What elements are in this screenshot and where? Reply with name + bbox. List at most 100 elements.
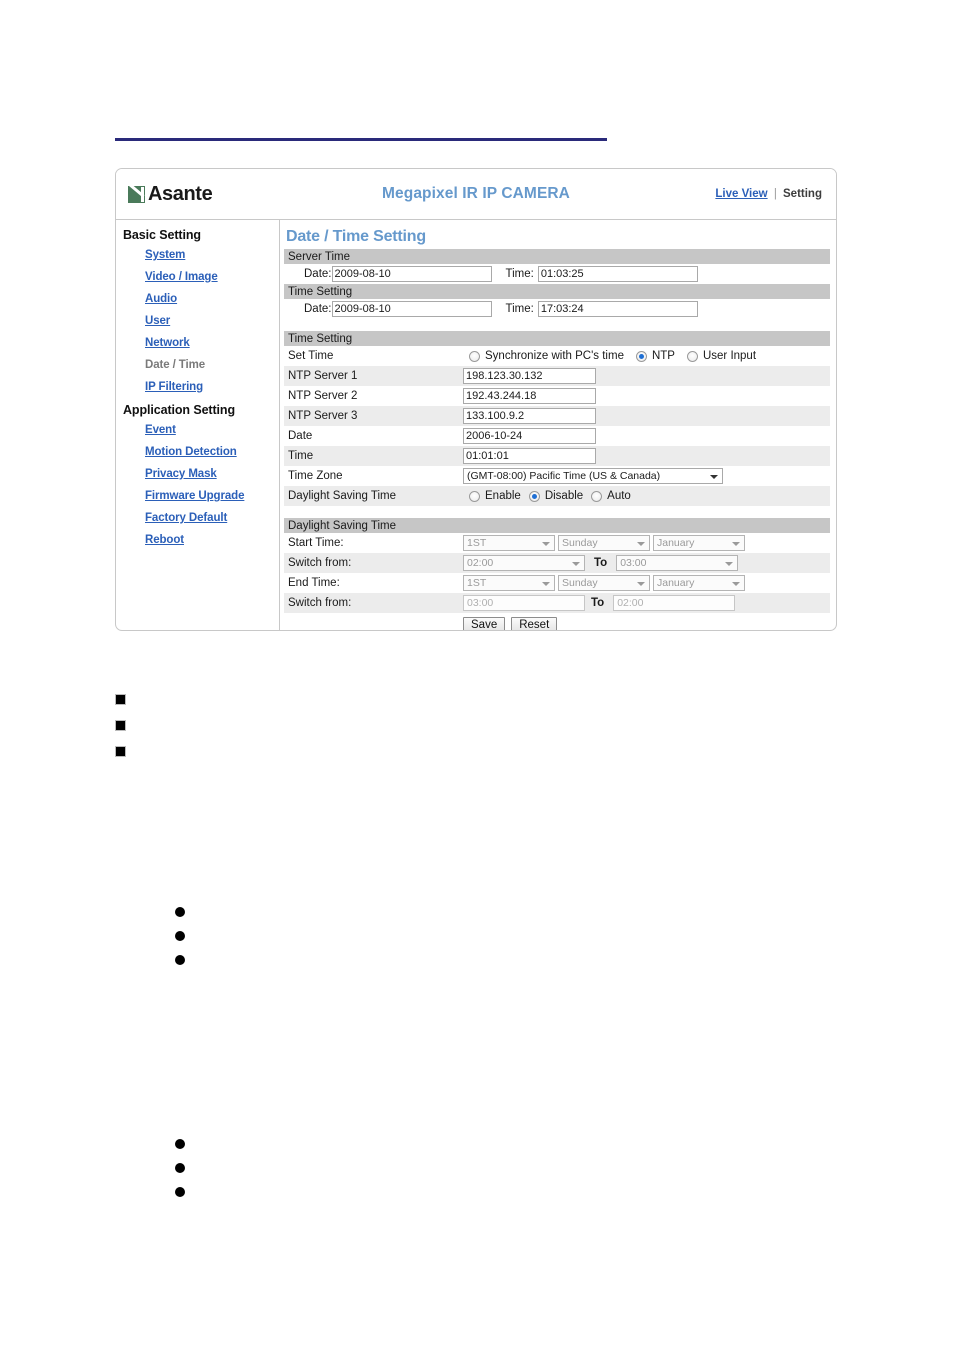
timezone-label: Time Zone [288,470,343,482]
dst-switch-from-label-2: Switch from: [288,597,352,609]
setting-date-input[interactable] [331,301,492,317]
set-time-row: Set Time Synchronize with PC's time NTP … [284,346,830,366]
server-date-label: Date: [304,268,332,280]
radio-user-input[interactable] [686,350,698,362]
radio-ntp-label: NTP [651,350,675,362]
square-bullet-list [115,694,126,772]
dst-switch-from-label-1: Switch from: [288,557,352,569]
sidebar-item-ip-filtering[interactable]: IP Filtering [145,381,203,393]
save-button[interactable]: Save [463,617,506,630]
dst-end-month-select[interactable]: January [653,575,745,591]
dst-switch-from-row-1: Switch from: 02:00 To 03:00 [284,553,830,573]
form-actions: Save Reset [284,617,830,630]
daylight-saving-toggle-row: Daylight Saving Time Enable Disable Auto [284,486,830,506]
sidebar-item-reboot[interactable]: Reboot [145,534,184,546]
live-view-link[interactable]: Live View [715,188,767,200]
round-bullet-list-second [175,1139,185,1211]
time-row: Time [284,446,830,466]
dst-switch-to-select-1[interactable]: 03:00 [616,555,739,571]
sidebar-group-basic-setting: Basic Setting [123,228,201,242]
sidebar-item-system[interactable]: System [145,249,185,261]
round-bullet-item [175,955,185,965]
time-input[interactable] [463,448,596,464]
square-bullet-item [115,694,126,705]
timezone-row: Time Zone (GMT-08:00) Pacific Time (US &… [284,466,830,486]
round-bullet-item [175,1139,185,1149]
sidebar-item-privacy-mask[interactable]: Privacy Mask [145,468,217,480]
dst-start-time-row: Start Time: 1ST Sunday January [284,533,830,553]
sidebar-item-audio[interactable]: Audio [145,293,177,305]
header-nav-links: Live View | Setting [715,188,822,200]
sidebar-item-motion-detection[interactable]: Motion Detection [145,446,237,458]
time-setting-top-row: Date: Time: [284,299,830,319]
radio-dst-disable-label: Disable [544,490,584,502]
radio-ntp[interactable] [635,350,647,362]
sidebar-item-date-time[interactable]: Date / Time [145,359,205,371]
dst-switch-to-input-2[interactable]: 02:00 [613,595,736,611]
server-time-row: Date: Time: [284,264,830,284]
camera-ui-panel: Asante Megapixel IR IP CAMERA Live View … [115,168,837,631]
sidebar-item-user[interactable]: User [145,315,170,327]
dst-switch-from-input-2[interactable]: 03:00 [463,595,585,611]
daylight-saving-radio-group: Enable Disable Auto [469,490,639,502]
dst-switch-from-select-1[interactable]: 02:00 [463,555,585,571]
sidebar: Basic Setting System Video / Image Audio… [116,220,280,630]
setting-link[interactable]: Setting [783,188,822,200]
radio-dst-enable-label: Enable [485,490,521,502]
dst-start-ordinal-select[interactable]: 1ST [463,535,555,551]
sidebar-item-event[interactable]: Event [145,424,176,436]
ntp-server-2-label: NTP Server 2 [288,390,358,402]
dst-to-label-2: To [591,597,605,609]
radio-sync-pc-time[interactable] [469,350,480,362]
dst-switch-from-row-2: Switch from: 03:00 To 02:00 [284,593,830,613]
ntp-server-3-input[interactable] [463,408,596,424]
sidebar-item-firmware-upgrade[interactable]: Firmware Upgrade [145,490,244,502]
set-time-radio-group: Synchronize with PC's time NTP User Inpu… [469,350,768,362]
round-bullet-item [175,1187,185,1197]
radio-dst-auto[interactable] [591,490,603,502]
sidebar-item-network[interactable]: Network [145,337,190,349]
dst-start-weekday-select[interactable]: Sunday [558,535,650,551]
dst-end-weekday-select[interactable]: Sunday [558,575,650,591]
page-divider-rule [115,138,607,141]
server-date-input[interactable] [331,266,492,282]
date-row: Date [284,426,830,446]
ntp-server-1-input[interactable] [463,368,596,384]
round-bullet-list-first [175,907,185,979]
setting-time-label: Time: [505,303,534,315]
camera-body: Basic Setting System Video / Image Audio… [116,220,836,630]
round-bullet-item [175,1163,185,1173]
time-label: Time [288,450,314,462]
square-bullet-item [115,746,126,757]
setting-date-label: Date: [304,303,332,315]
radio-user-input-label: User Input [702,350,757,362]
dst-end-time-label: End Time: [288,577,340,589]
daylight-saving-label: Daylight Saving Time [288,490,397,502]
radio-dst-disable[interactable] [528,490,540,502]
dst-start-month-select[interactable]: January [653,535,745,551]
reset-button[interactable]: Reset [511,617,558,630]
dst-end-time-row: End Time: 1ST Sunday January [284,573,830,593]
ntp-server-3-label: NTP Server 3 [288,410,358,422]
nav-separator: | [773,188,777,200]
server-time-input[interactable] [537,266,698,282]
ntp-server-2-input[interactable] [463,388,596,404]
server-time-label: Time: [505,268,534,280]
sidebar-item-factory-default[interactable]: Factory Default [145,512,227,524]
dst-to-label-1: To [594,557,608,569]
ntp-server-2-row: NTP Server 2 [284,386,830,406]
main-content: Date / Time Setting Server Time Date: Ti… [280,220,836,630]
camera-header: Asante Megapixel IR IP CAMERA Live View … [116,169,836,220]
date-input[interactable] [463,428,596,444]
set-time-label: Set Time [288,350,334,362]
round-bullet-item [175,907,185,917]
setting-time-input[interactable] [537,301,698,317]
round-bullet-item [175,931,185,941]
section-band-daylight-saving: Daylight Saving Time [284,518,830,533]
radio-sync-pc-time-label: Synchronize with PC's time [485,350,624,362]
radio-dst-enable[interactable] [469,490,480,502]
sidebar-item-video-image[interactable]: Video / Image [145,271,218,283]
timezone-select[interactable]: (GMT-08:00) Pacific Time (US & Canada) [463,468,723,484]
date-label: Date [288,430,313,442]
dst-end-ordinal-select[interactable]: 1ST [463,575,555,591]
